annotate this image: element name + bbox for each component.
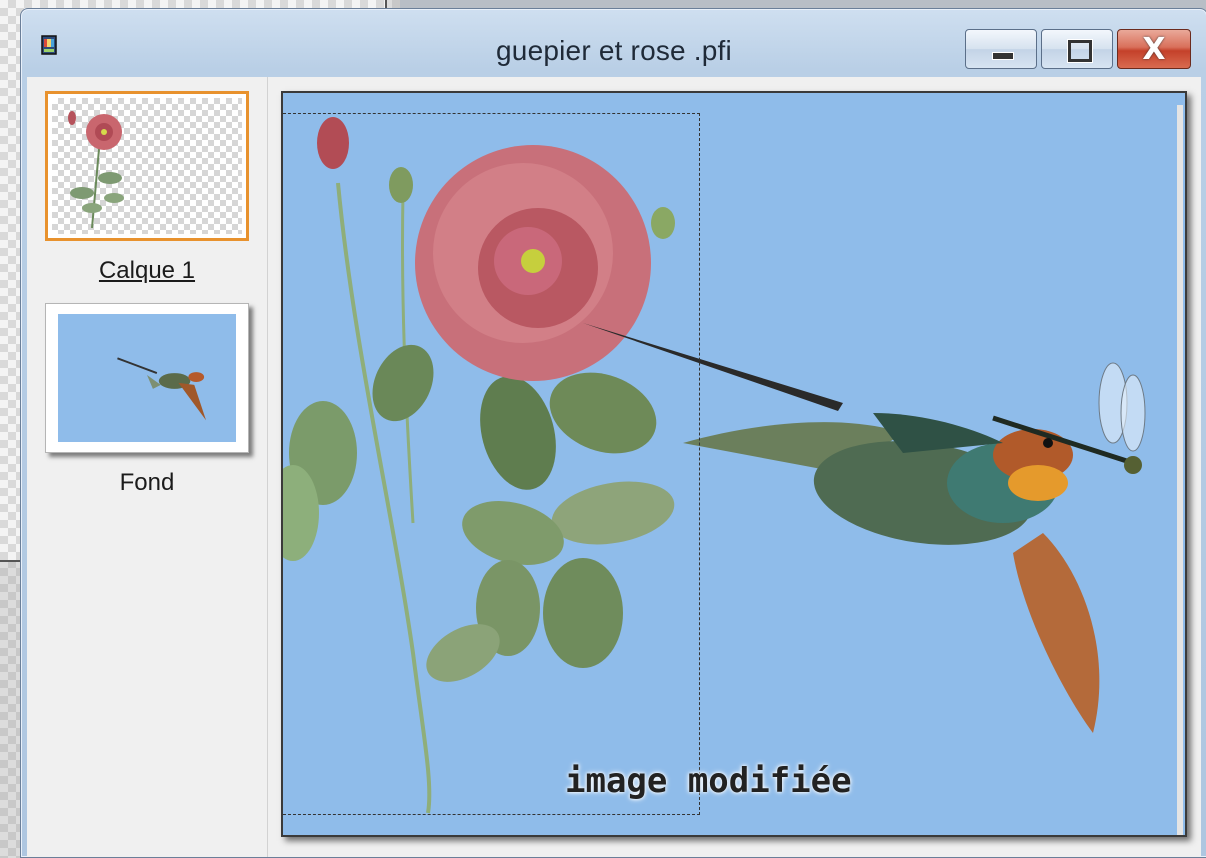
background-layer-preview bbox=[58, 314, 236, 442]
close-icon: X bbox=[1142, 32, 1166, 67]
window-client-area: Calque 1 Fond image modifiée bbox=[27, 77, 1201, 857]
title-bar[interactable]: guepier et rose .pfi X bbox=[21, 9, 1206, 77]
selection-marquee[interactable] bbox=[283, 113, 700, 815]
transparent-layer-preview bbox=[52, 98, 242, 234]
caption-buttons: X bbox=[961, 29, 1191, 71]
layer-name-fond[interactable]: Fond bbox=[45, 469, 249, 497]
layers-panel: Calque 1 Fond bbox=[27, 77, 268, 857]
maximize-icon bbox=[1068, 40, 1092, 62]
document-window: guepier et rose .pfi X Calque 1 Fond ima… bbox=[20, 8, 1206, 858]
close-button[interactable]: X bbox=[1117, 29, 1191, 69]
minimize-button[interactable] bbox=[965, 29, 1037, 69]
overlay-caption: image modifiée bbox=[565, 761, 852, 801]
bird-thumbnail-icon bbox=[117, 357, 207, 421]
minimize-icon bbox=[992, 52, 1014, 60]
image-canvas[interactable]: image modifiée bbox=[281, 91, 1187, 837]
rose-thumbnail-icon bbox=[68, 111, 124, 229]
layer-thumbnail-calque-1[interactable] bbox=[45, 91, 249, 241]
maximize-button[interactable] bbox=[1041, 29, 1113, 69]
layer-thumbnail-fond[interactable] bbox=[45, 303, 249, 453]
layer-name-calque-1[interactable]: Calque 1 bbox=[45, 257, 249, 285]
vertical-edge bbox=[1177, 105, 1183, 835]
